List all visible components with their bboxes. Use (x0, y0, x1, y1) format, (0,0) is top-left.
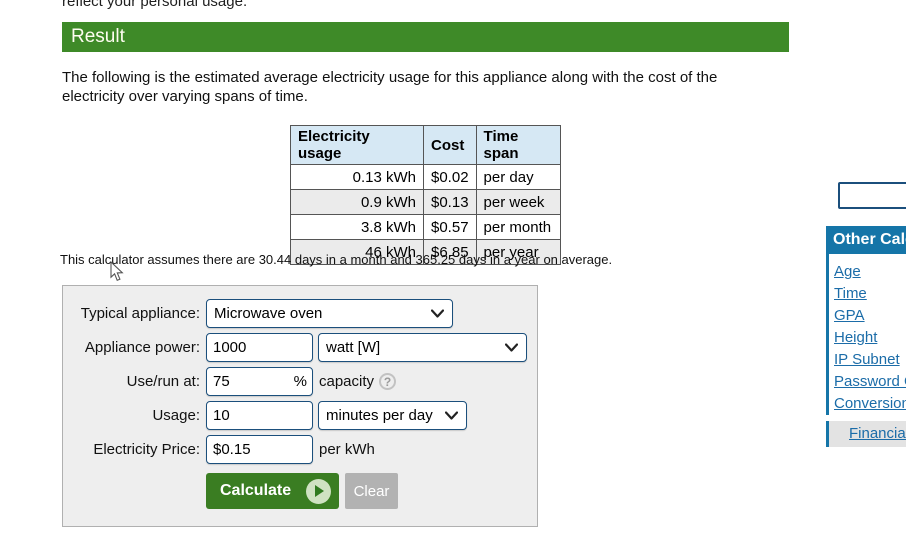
usage-per-week: 0.9 kWh (291, 190, 424, 215)
span-per-day: per day (476, 165, 560, 190)
use-run-at-input[interactable] (213, 373, 273, 390)
calculate-button[interactable]: Calculate (206, 473, 339, 509)
usage-per-month: 3.8 kWh (291, 215, 424, 240)
column-header-electricity-usage: Electricity usage (291, 126, 424, 165)
electricity-price-label: Electricity Price: (63, 441, 204, 458)
chevron-down-icon (505, 343, 518, 352)
typical-appliance-label: Typical appliance: (63, 305, 204, 322)
usage-unit-selected-value: minutes per day (326, 407, 433, 424)
usage-unit-select[interactable]: minutes per day (318, 401, 467, 430)
sidebar-title: Other Calculators (826, 226, 906, 254)
result-table: Electricity usage Cost Time span 0.13 kW… (290, 125, 561, 265)
form-row-typical-appliance: Typical appliance: Microwave oven (63, 299, 537, 328)
clear-button[interactable]: Clear (345, 473, 398, 509)
span-per-week: per week (476, 190, 560, 215)
sidebar-link-height[interactable]: Height (834, 327, 906, 349)
usage-per-day: 0.13 kWh (291, 165, 424, 190)
cost-per-week: $0.13 (424, 190, 477, 215)
intro-paragraph-clipped: reflect your personal usage. (62, 0, 247, 10)
assumption-note: This calculator assumes there are 30.44 … (60, 252, 612, 267)
sidebar-category-financial: Financial Calculators (826, 421, 906, 447)
power-unit-selected-value: watt [W] (326, 339, 380, 356)
cost-per-day: $0.02 (424, 165, 477, 190)
form-row-electricity-price: Electricity Price: per kWh (63, 435, 537, 464)
form-row-usage: Usage: minutes per day (63, 401, 537, 430)
sidebar-link-password-generator[interactable]: Password Generator (834, 371, 906, 393)
appliance-power-input[interactable] (206, 333, 313, 362)
form-row-use-run-at: Use/run at: % capacity ? (63, 367, 537, 396)
cost-per-month: $0.57 (424, 215, 477, 240)
sidebar-link-ip-subnet[interactable]: IP Subnet (834, 349, 906, 371)
play-icon (306, 479, 331, 504)
electricity-price-input[interactable] (206, 435, 313, 464)
typical-appliance-selected-value: Microwave oven (214, 305, 322, 322)
sidebar-links: Age Time GPA Height IP Subnet Password G… (826, 254, 906, 415)
column-header-time-span: Time span (476, 126, 560, 165)
result-description: The following is the estimated average e… (62, 68, 768, 106)
per-kwh-label: per kWh (319, 441, 375, 458)
result-section-header: Result (62, 22, 789, 52)
usage-input[interactable] (206, 401, 313, 430)
typical-appliance-select[interactable]: Microwave oven (206, 299, 453, 328)
chevron-down-icon (431, 309, 444, 318)
use-run-at-field: % (206, 367, 313, 396)
help-icon[interactable]: ? (379, 373, 396, 390)
span-per-month: per month (476, 215, 560, 240)
sidebar-link-time[interactable]: Time (834, 283, 906, 305)
page: reflect your personal usage. Result The … (0, 0, 906, 538)
usage-label: Usage: (63, 407, 204, 424)
sidebar-link-conversion[interactable]: Conversion (834, 393, 906, 415)
power-unit-select[interactable]: watt [W] (318, 333, 527, 362)
search-input[interactable] (838, 182, 906, 209)
column-header-cost: Cost (424, 126, 477, 165)
table-row: 0.9 kWh $0.13 per week (291, 190, 561, 215)
use-run-at-label: Use/run at: (63, 373, 204, 390)
form-buttons-row: Calculate Clear (206, 473, 537, 509)
sidebar-link-financial[interactable]: Financial Calculators (849, 425, 906, 442)
chevron-down-icon (445, 411, 458, 420)
result-section-title: Result (71, 26, 125, 47)
sidebar-link-gpa[interactable]: GPA (834, 305, 906, 327)
table-row: 0.13 kWh $0.02 per day (291, 165, 561, 190)
calculate-button-label: Calculate (220, 482, 291, 500)
form-row-appliance-power: Appliance power: watt [W] (63, 333, 537, 362)
percent-suffix: % (294, 373, 307, 390)
table-header-row: Electricity usage Cost Time span (291, 126, 561, 165)
other-calculators-sidebar: Other Calculators Age Time GPA Height IP… (826, 226, 906, 447)
appliance-power-label: Appliance power: (63, 339, 204, 356)
calculator-form-panel: Typical appliance: Microwave oven Applia… (62, 285, 538, 527)
capacity-label: capacity (319, 373, 374, 390)
sidebar-link-age[interactable]: Age (834, 261, 906, 283)
table-row: 3.8 kWh $0.57 per month (291, 215, 561, 240)
